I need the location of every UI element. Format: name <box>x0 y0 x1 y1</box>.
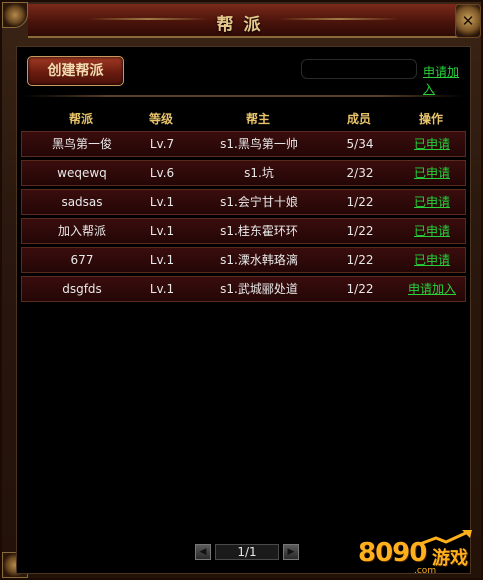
column-header-guild: 帮派 <box>68 112 93 126</box>
site-watermark-logo: 8090 游戏 .com <box>358 528 478 578</box>
guild-name-cell: dsgfds <box>62 282 102 296</box>
guild-window: 帮派 ✕ 创建帮派 申请加入 帮派 等级 帮主 成员 操作 黑鸟第一俊 Lv.7… <box>0 0 483 580</box>
guild-members-cell: 1/22 <box>346 195 374 209</box>
guild-name-cell: weqewq <box>57 166 107 180</box>
next-page-button[interactable]: ▶ <box>283 544 299 560</box>
guild-level-cell: Lv.1 <box>149 224 175 238</box>
guild-name-cell: 加入帮派 <box>57 224 106 238</box>
close-icon: ✕ <box>461 12 475 30</box>
close-button[interactable]: ✕ <box>455 4 481 38</box>
page-indicator: 1/1 <box>215 544 279 560</box>
title-bar: 帮派 <box>28 4 459 38</box>
guild-leader-cell: s1.会宁甘十娘 <box>220 195 298 209</box>
guild-level-cell: Lv.6 <box>149 166 175 180</box>
guild-leader-cell: s1.溧水韩珞漓 <box>220 253 298 267</box>
guild-members-cell: 1/22 <box>346 282 374 296</box>
guild-leader-cell: s1.武城郦处道 <box>220 282 298 296</box>
column-header-level: 等级 <box>148 112 173 126</box>
guild-members-cell: 2/32 <box>346 166 374 180</box>
guild-level-cell: Lv.1 <box>149 195 175 209</box>
table-row[interactable]: 677 Lv.1 s1.溧水韩珞漓 1/22 已申请 <box>21 247 466 273</box>
create-guild-button[interactable]: 创建帮派 <box>27 56 124 86</box>
column-header-members: 成员 <box>346 112 371 126</box>
table-row[interactable]: weqewq Lv.6 s1.坑 2/32 已申请 <box>21 160 466 186</box>
guild-name-cell: 黑鸟第一俊 <box>51 137 112 151</box>
guild-leader-cell: s1.坑 <box>244 166 274 180</box>
guild-members-cell: 1/22 <box>346 224 374 238</box>
frame-corner-ornament <box>2 2 28 28</box>
table-row[interactable]: 加入帮派 Lv.1 s1.桂东霍环环 1/22 已申请 <box>21 218 466 244</box>
guild-action-link[interactable]: 已申请 <box>400 132 464 156</box>
guild-name-cell: 677 <box>70 253 94 267</box>
prev-page-button[interactable]: ◀ <box>195 544 211 560</box>
guild-members-cell: 1/22 <box>346 253 374 267</box>
guild-search-input[interactable] <box>301 59 417 79</box>
column-header-leader: 帮主 <box>245 112 270 126</box>
table-row[interactable]: sadsas Lv.1 s1.会宁甘十娘 1/22 已申请 <box>21 189 466 215</box>
guild-action-link[interactable]: 申请加入 <box>400 277 464 301</box>
guild-leader-cell: s1.黑鸟第一帅 <box>220 137 298 151</box>
window-title: 帮派 <box>216 15 271 35</box>
guild-leader-cell: s1.桂东霍环环 <box>220 224 298 238</box>
guild-members-cell: 5/34 <box>346 137 374 151</box>
logo-domain: .com <box>414 566 437 576</box>
guild-action-link[interactable]: 已申请 <box>400 248 464 272</box>
guild-table: 帮派 等级 帮主 成员 操作 黑鸟第一俊 Lv.7 s1.黑鸟第一帅 5/34 … <box>21 107 466 305</box>
column-header-action: 操作 <box>418 112 443 126</box>
chevron-left-icon: ◀ <box>199 547 207 557</box>
divider <box>23 95 464 97</box>
toolbar: 创建帮派 申请加入 <box>17 47 470 97</box>
apply-join-link[interactable]: 申请加入 <box>423 63 470 97</box>
guild-level-cell: Lv.7 <box>149 137 175 151</box>
guild-level-cell: Lv.1 <box>149 253 175 267</box>
guild-name-cell: sadsas <box>61 195 103 209</box>
guild-action-link[interactable]: 已申请 <box>400 219 464 243</box>
logo-word: 游戏 <box>432 548 468 569</box>
guild-level-cell: Lv.1 <box>149 282 175 296</box>
logo-number: 8090 <box>358 538 427 568</box>
guild-list-panel: 创建帮派 申请加入 帮派 等级 帮主 成员 操作 黑鸟第一俊 Lv.7 s1.黑… <box>16 46 471 574</box>
table-header: 帮派 等级 帮主 成员 操作 <box>21 107 466 131</box>
guild-action-link[interactable]: 已申请 <box>400 161 464 185</box>
chevron-right-icon: ▶ <box>287 547 295 557</box>
table-row[interactable]: dsgfds Lv.1 s1.武城郦处道 1/22 申请加入 <box>21 276 466 302</box>
guild-action-link[interactable]: 已申请 <box>400 190 464 214</box>
table-row[interactable]: 黑鸟第一俊 Lv.7 s1.黑鸟第一帅 5/34 已申请 <box>21 131 466 157</box>
